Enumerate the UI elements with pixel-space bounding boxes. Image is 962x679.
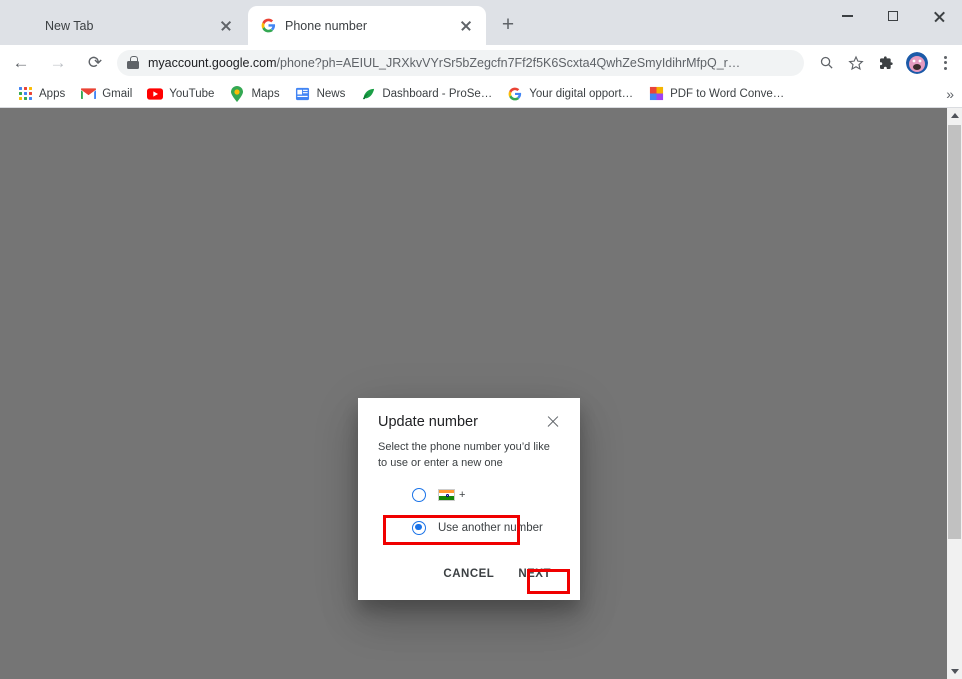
bookmark-label: Dashboard - ProSe… <box>382 87 493 100</box>
scroll-up-icon[interactable] <box>947 108 962 123</box>
google-news-icon <box>295 86 311 102</box>
radio-unselected-icon[interactable] <box>412 487 426 502</box>
google-g-icon <box>507 86 523 102</box>
bookmark-apps[interactable]: Apps <box>10 82 72 106</box>
dashboard-icon <box>360 86 376 102</box>
reload-button[interactable]: ⟳ <box>79 47 111 79</box>
browser-menu-icon[interactable] <box>932 55 958 70</box>
window-minimize-button[interactable] <box>824 0 870 32</box>
url-host: myaccount.google.com <box>148 55 277 70</box>
bookmark-news[interactable]: News <box>288 82 353 106</box>
apps-grid-icon <box>17 86 33 102</box>
browser-toolbar: ← → ⟳ myaccount.google.com/phone?ph=AEIU… <box>0 45 962 80</box>
highlight-box-next-button <box>527 569 570 594</box>
tab-new-tab[interactable]: New Tab <box>8 6 246 45</box>
tab-title: New Tab <box>45 18 94 33</box>
minimize-icon <box>841 15 853 17</box>
dialog-subtitle: Select the phone number you’d like to us… <box>378 441 550 469</box>
tab-favicon-blank <box>20 18 36 34</box>
bookmark-label: Gmail <box>102 87 133 100</box>
bookmark-dashboard[interactable]: Dashboard - ProSe… <box>353 82 499 106</box>
tab-close-icon[interactable] <box>218 18 234 34</box>
cancel-button[interactable]: CANCEL <box>434 562 503 586</box>
dialog-title: Update number <box>378 414 478 430</box>
scroll-thumb[interactable] <box>948 125 961 539</box>
bookmark-pdf-to-word[interactable]: PDF to Word Conve… <box>641 82 791 106</box>
update-number-dialog: Update number Select the phone number yo… <box>358 398 580 600</box>
page-viewport: GoogleAccount ? ← Phone number <box>0 108 962 679</box>
window-maximize-button[interactable] <box>870 0 916 32</box>
scroll-down-icon[interactable] <box>947 664 962 679</box>
india-flag-icon <box>438 488 455 501</box>
google-g-icon <box>260 18 276 34</box>
youtube-icon <box>147 86 164 102</box>
back-button[interactable]: ← <box>5 47 37 79</box>
search-icon[interactable] <box>812 49 840 77</box>
profile-avatar-icon[interactable] <box>906 51 928 74</box>
highlight-box-use-another-number <box>383 515 520 545</box>
tab-strip: New Tab Phone number + <box>0 0 962 45</box>
radio-option-existing-number[interactable]: + <box>378 484 560 505</box>
bookmark-youtube[interactable]: YouTube <box>140 82 221 106</box>
star-icon[interactable] <box>842 49 870 77</box>
dialog-header: Update number <box>378 414 560 430</box>
bookmark-label: Maps <box>251 87 280 100</box>
bookmark-digital-opportunity[interactable]: Your digital opport… <box>500 82 640 106</box>
bookmark-label: News <box>316 87 346 100</box>
close-icon <box>933 10 946 23</box>
bookmark-label: Apps <box>39 87 66 100</box>
bookmarks-bar: Apps Gmail YouTube Maps News Dashboard -… <box>0 80 962 108</box>
address-bar[interactable]: myaccount.google.com/phone?ph=AEIUL_JRXk… <box>117 49 804 76</box>
pdf-convert-icon <box>648 86 664 102</box>
bookmark-label: Your digital opport… <box>529 87 634 100</box>
bookmark-gmail[interactable]: Gmail <box>73 82 139 106</box>
tab-close-icon[interactable] <box>458 18 474 34</box>
maps-pin-icon <box>229 85 245 102</box>
window-close-button[interactable] <box>916 0 962 32</box>
bookmark-label: PDF to Word Conve… <box>670 87 785 100</box>
tab-title: Phone number <box>285 18 368 33</box>
address-bar-url: myaccount.google.com/phone?ph=AEIUL_JRXk… <box>148 56 740 70</box>
page-scrollbar[interactable] <box>947 108 962 679</box>
puzzle-icon[interactable] <box>872 49 900 77</box>
bookmark-maps[interactable]: Maps <box>222 82 286 106</box>
url-path: /phone?ph=AEIUL_JRXkvVYrSr5bZegcfn7Ff2f5… <box>276 55 741 70</box>
lock-icon <box>127 56 139 69</box>
browser-window: New Tab Phone number + ← → ⟳ myaccount.g… <box>0 0 962 679</box>
gmail-icon <box>80 86 96 102</box>
forward-button[interactable]: → <box>42 47 74 79</box>
existing-number-value: + <box>438 488 466 501</box>
tab-phone-number[interactable]: Phone number <box>248 6 486 45</box>
window-controls <box>824 0 962 45</box>
new-tab-button[interactable]: + <box>496 14 520 38</box>
bookmarks-overflow-icon[interactable]: » <box>946 86 954 102</box>
bookmark-label: YouTube <box>169 87 215 100</box>
maximize-icon <box>888 11 898 21</box>
dialog-close-icon[interactable] <box>546 414 560 428</box>
number-prefix: + <box>459 488 466 501</box>
